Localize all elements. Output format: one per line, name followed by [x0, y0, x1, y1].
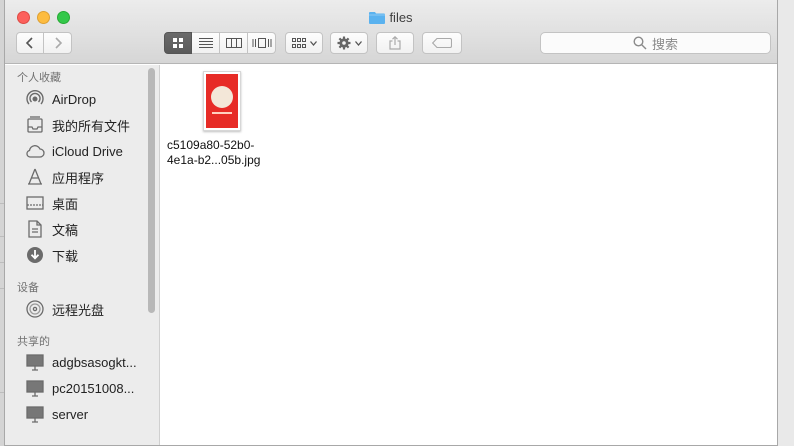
grid-icon — [173, 38, 183, 48]
icon-view-button[interactable] — [164, 32, 192, 54]
sidebar-item-label: pc20151008... — [52, 380, 135, 396]
title-bar: files 搜索 — [5, 0, 777, 64]
cloud-icon — [25, 141, 45, 161]
back-button[interactable] — [16, 32, 44, 54]
sidebar: 个人收藏 AirDrop 我的所有文件 iCloud Drive 应用程序 桌面… — [5, 65, 160, 445]
sidebar-item-shared-computer[interactable]: server — [25, 403, 88, 425]
image-preview-graphic — [211, 86, 233, 108]
sidebar-item-label: 文稿 — [52, 222, 79, 238]
folder-icon — [369, 12, 386, 24]
sidebar-item-downloads[interactable]: 下载 — [25, 244, 78, 266]
sidebar-item-shared-computer[interactable]: adgbsasogkt... — [25, 351, 137, 373]
finder-window: files 搜索 个人收藏 AirDrop 我的所有文件 iCloud Driv… — [4, 0, 778, 446]
sidebar-item-desktop[interactable]: 桌面 — [25, 192, 78, 214]
sidebar-item-label: server — [52, 406, 89, 422]
chevron-down-icon — [309, 40, 317, 46]
sidebar-item-label: AirDrop — [52, 91, 97, 107]
download-icon — [25, 245, 45, 265]
file-thumbnail[interactable] — [203, 71, 241, 131]
sidebar-item-label: adgbsasogkt... — [52, 354, 137, 370]
window-title-text: files — [389, 10, 413, 25]
list-icon — [198, 38, 213, 48]
action-button[interactable] — [330, 32, 368, 54]
image-preview — [206, 74, 238, 128]
sidebar-scrollbar[interactable] — [148, 68, 155, 313]
forward-button[interactable] — [44, 32, 72, 54]
sidebar-header-devices: 设备 — [17, 282, 39, 294]
sidebar-item-label: 应用程序 — [52, 170, 105, 186]
edit-tags-button[interactable] — [422, 32, 462, 54]
view-mode-control — [164, 32, 276, 54]
sidebar-item-documents[interactable]: 文稿 — [25, 218, 78, 240]
sidebar-item-label: 桌面 — [52, 196, 79, 212]
column-view-button[interactable] — [220, 32, 248, 54]
file-browser-area[interactable]: c5109a80-52b0- 4e1a-b2...05b.jpg — [161, 65, 777, 445]
sidebar-header-favorites: 个人收藏 — [17, 72, 61, 84]
search-placeholder: 搜索 — [651, 36, 678, 52]
tag-icon — [432, 38, 452, 48]
arrange-button[interactable] — [285, 32, 323, 54]
sidebar-item-airdrop[interactable]: AirDrop — [25, 88, 96, 110]
image-preview-text — [212, 112, 232, 114]
computer-icon — [25, 404, 45, 424]
sidebar-item-label: 我的所有文件 — [52, 118, 131, 134]
sidebar-item-remote-disc[interactable]: 远程光盘 — [25, 298, 104, 320]
window-title: files — [5, 10, 777, 25]
sidebar-header-shared: 共享的 — [17, 336, 50, 348]
sidebar-item-applications[interactable]: 应用程序 — [25, 166, 104, 188]
computer-icon — [25, 378, 45, 398]
cover-flow-view-button[interactable] — [248, 32, 276, 54]
list-view-button[interactable] — [192, 32, 220, 54]
cover-flow-icon — [252, 38, 271, 48]
navigation-buttons — [16, 32, 72, 54]
chevron-down-icon — [354, 40, 362, 46]
chevron-left-icon — [25, 37, 33, 49]
arrange-icon — [291, 38, 306, 48]
sidebar-item-icloud-drive[interactable]: iCloud Drive — [25, 140, 123, 162]
file-name-line: 4e1a-b2...05b.jpg — [167, 153, 261, 167]
file-item[interactable]: c5109a80-52b0- 4e1a-b2...05b.jpg — [167, 71, 277, 168]
share-button[interactable] — [376, 32, 414, 54]
columns-icon — [225, 38, 242, 48]
search-icon — [633, 36, 647, 50]
share-icon — [389, 36, 401, 50]
disc-icon — [25, 299, 45, 319]
sidebar-item-label: 下载 — [52, 248, 79, 264]
sidebar-item-label: 远程光盘 — [52, 302, 105, 318]
document-icon — [25, 219, 45, 239]
airdrop-icon — [25, 89, 45, 109]
sidebar-item-all-my-files[interactable]: 我的所有文件 — [25, 114, 130, 136]
file-name-line: c5109a80-52b0- — [167, 138, 255, 152]
all-files-icon — [25, 115, 45, 135]
chevron-right-icon — [54, 37, 62, 49]
desktop-icon — [25, 193, 45, 213]
background-window — [778, 0, 794, 446]
sidebar-item-label: iCloud Drive — [52, 143, 123, 159]
applications-icon — [25, 167, 45, 187]
sidebar-item-shared-computer[interactable]: pc20151008... — [25, 377, 134, 399]
search-field[interactable]: 搜索 — [540, 32, 771, 54]
computer-icon — [25, 352, 45, 372]
file-name[interactable]: c5109a80-52b0- 4e1a-b2...05b.jpg — [167, 138, 277, 168]
gear-icon — [337, 36, 350, 50]
